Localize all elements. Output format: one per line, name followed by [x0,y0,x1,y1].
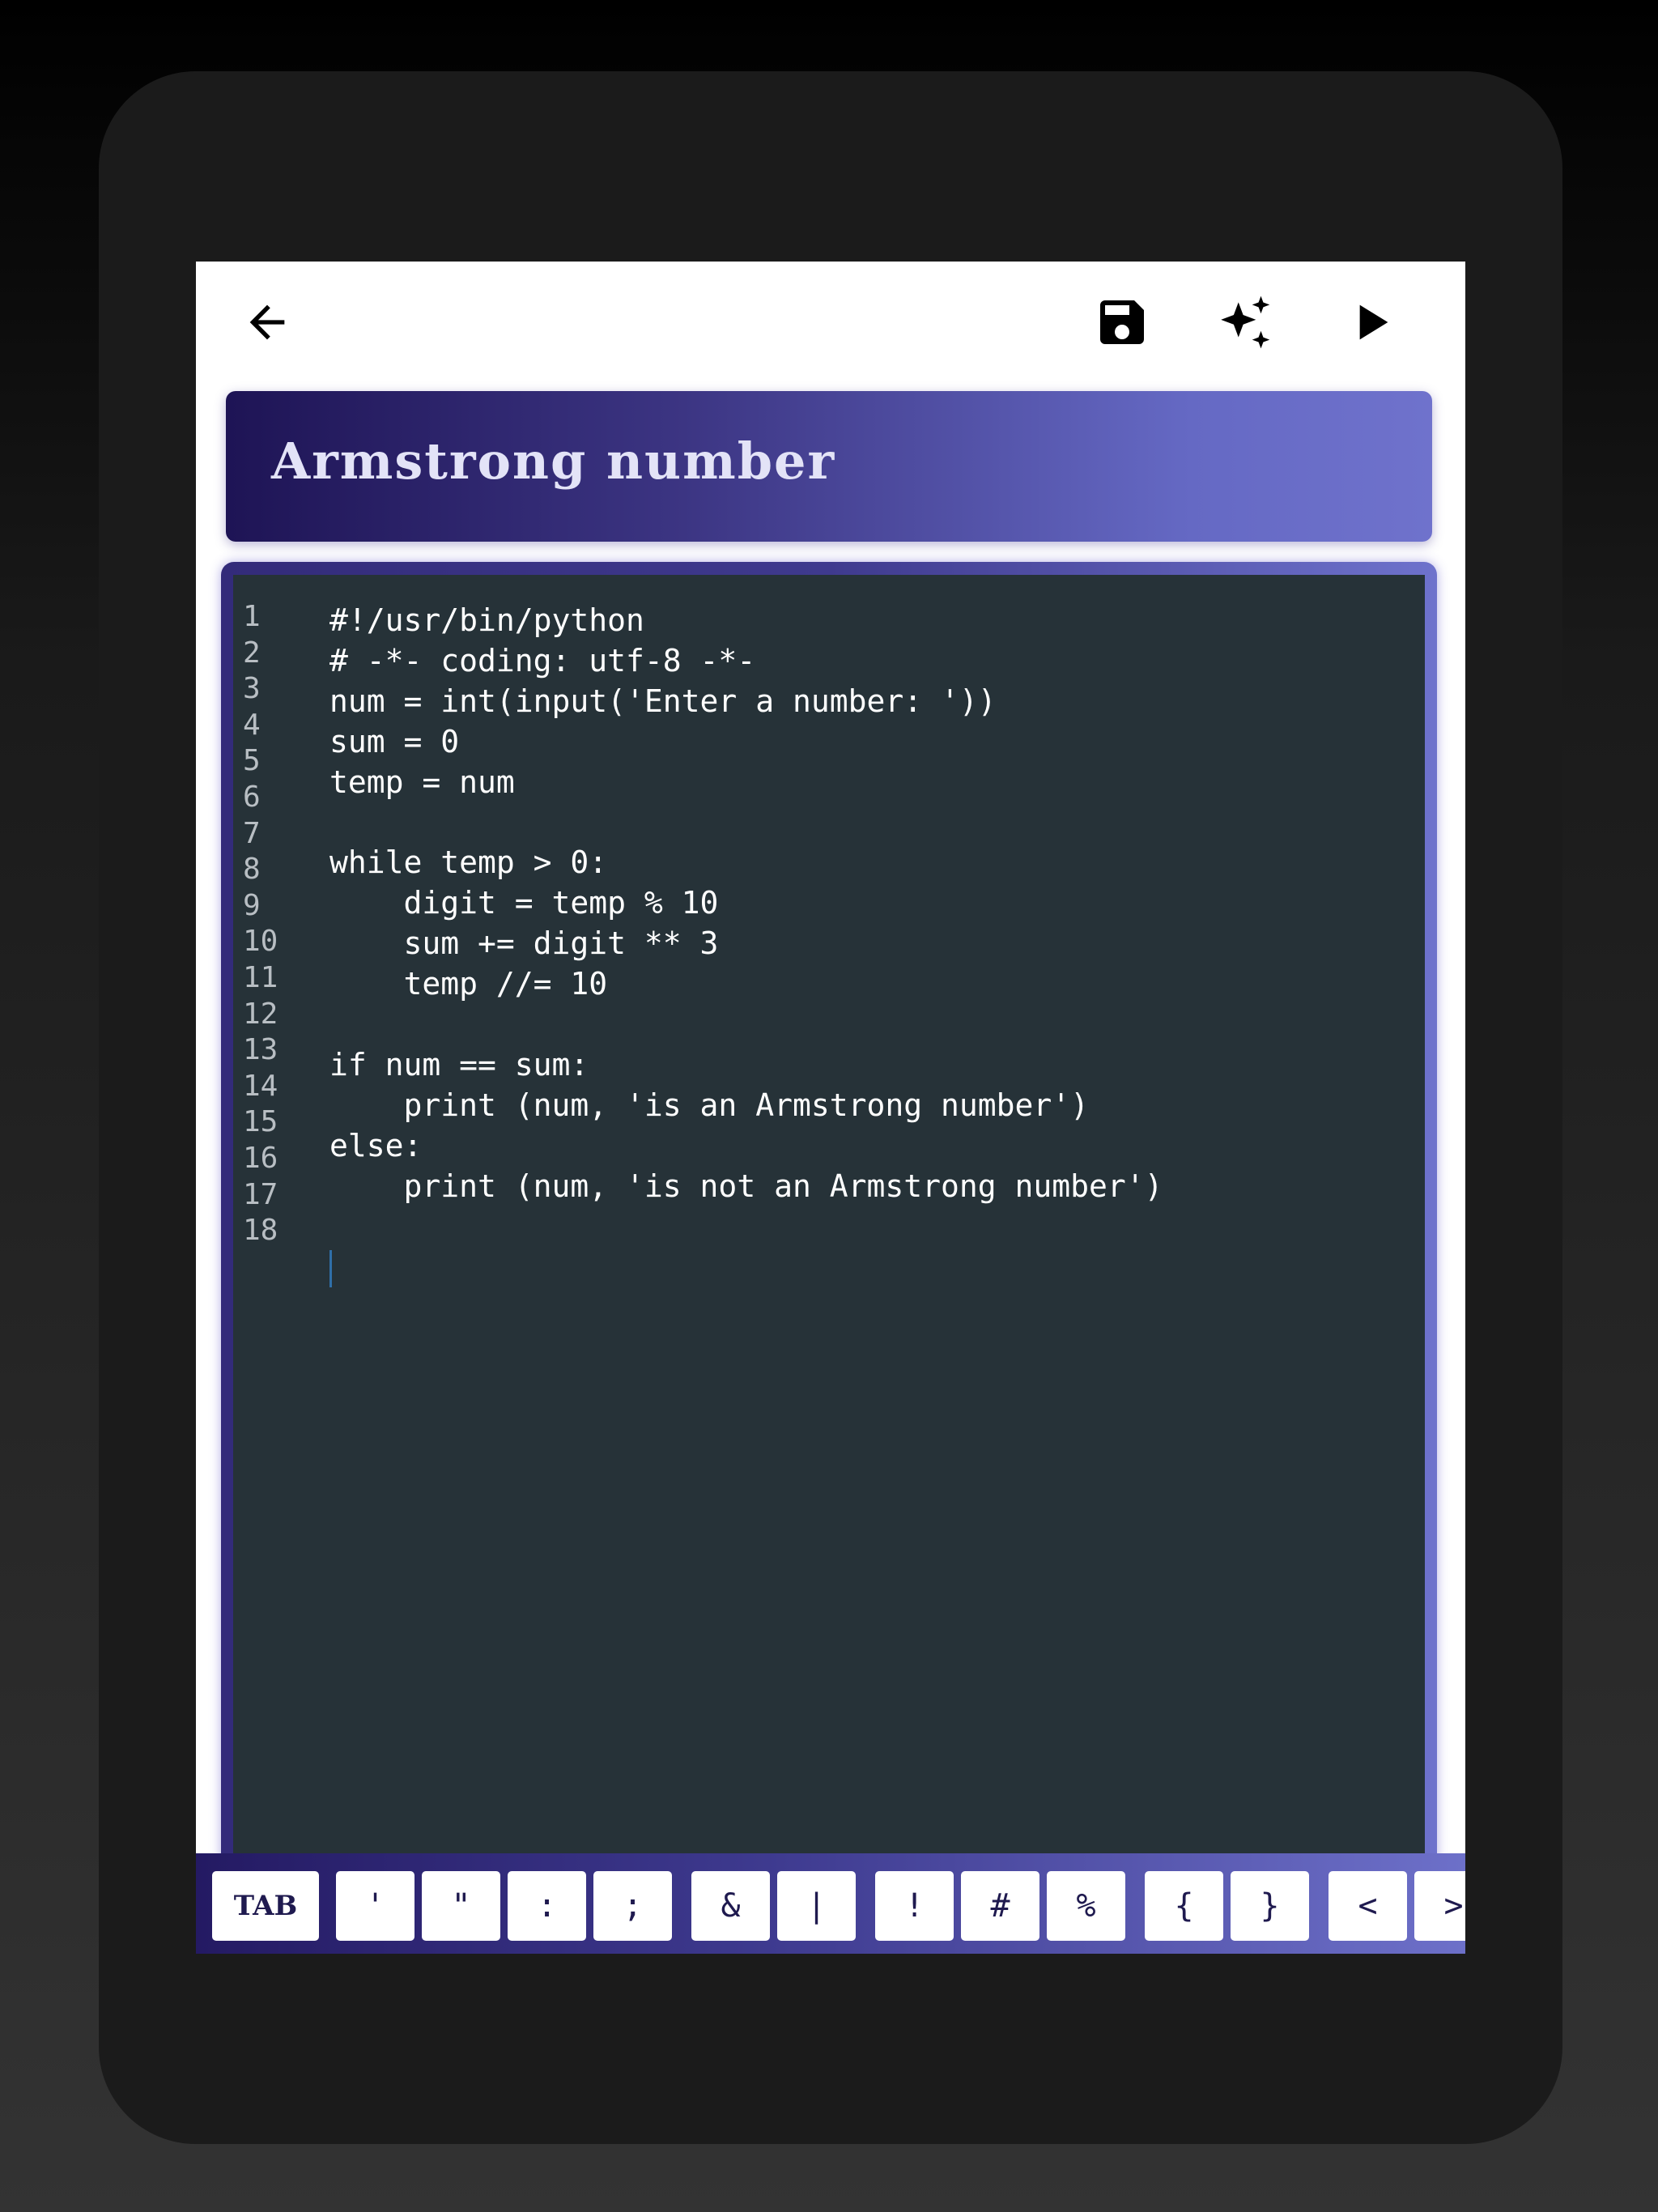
line-number: 6 [243,780,261,814]
code-line: temp //= 10 [329,966,608,1002]
code-line: else: [329,1127,423,1163]
line-number: 11 [243,960,278,994]
line-number: 15 [243,1105,278,1139]
line-number-gutter: 1 2 3 4 5 6 7 8 9 10 11 12 13 14 15 16 17 18 [243,599,300,1249]
line-number: 10 [243,925,278,959]
title-banner: Armstrong number [226,391,1432,542]
key-greater-than[interactable]: > [1414,1871,1465,1941]
text-cursor [329,1250,332,1287]
key-exclamation[interactable]: ! [875,1871,954,1941]
code-line: ​ [329,1207,1163,1248]
key-percent[interactable]: % [1047,1871,1125,1941]
line-number: 3 [243,672,261,706]
code-line: if num == sum: [329,1046,589,1083]
line-number: 7 [243,816,261,850]
line-number: 8 [243,853,261,887]
code-editor[interactable]: 1 2 3 4 5 6 7 8 9 10 11 12 13 14 15 16 17 18 #!/usr/bin/p… [233,575,1425,1954]
key-single-quote[interactable]: ' [336,1871,414,1941]
key-double-quote[interactable]: " [422,1871,500,1941]
floppy-disk-icon [1100,300,1144,344]
code-line: temp = num [329,764,515,800]
code-text-area[interactable]: #!/usr/bin/python # -*- coding: utf-8 -*-… [329,601,1163,1287]
app-screen: Armstrong number 1 2 3 4 5 6 7 8 9 10 11 12 13 14 15 16… [196,262,1465,1954]
code-line: sum = 0 [329,723,460,759]
key-right-brace[interactable]: } [1231,1871,1309,1941]
key-tab[interactable]: TAB [212,1871,319,1941]
key-left-brace[interactable]: { [1145,1871,1223,1941]
play-icon [1359,304,1388,340]
line-number: 4 [243,708,261,742]
line-number: 1 [243,600,261,633]
line-number: 18 [243,1214,278,1248]
code-line: print (num, 'is not an Armstrong number'… [329,1168,1163,1204]
key-semicolon[interactable]: ; [593,1871,672,1941]
line-number: 2 [243,636,261,670]
code-line: while temp > 0: [329,844,608,881]
line-number: 17 [243,1177,278,1211]
arrow-left-icon [249,304,285,340]
code-line: #!/usr/bin/python [329,602,644,638]
ai-assist-button[interactable] [1205,282,1286,363]
code-line-cursor [329,1248,1163,1288]
key-colon[interactable]: : [508,1871,586,1941]
editor-frame: 1 2 3 4 5 6 7 8 9 10 11 12 13 14 15 16 17 18 #!/usr/bin/p… [221,562,1437,1954]
code-line: ​ [329,803,1163,844]
line-number: 14 [243,1069,278,1103]
code-line: # -*- coding: utf-8 -*- [329,642,756,678]
back-button[interactable] [227,282,308,363]
line-number: 5 [243,744,261,778]
sparkles-icon [1221,296,1270,349]
line-number: 13 [243,1033,278,1067]
key-pipe[interactable]: | [777,1871,856,1941]
code-line: print (num, 'is an Armstrong number') [329,1087,1090,1123]
key-less-than[interactable]: < [1329,1871,1407,1941]
code-line: sum += digit ** 3 [329,925,719,962]
run-button[interactable] [1330,282,1411,363]
line-number: 12 [243,997,278,1031]
line-number: 9 [243,888,261,922]
page-title: Armstrong number [271,432,836,491]
key-ampersand[interactable]: & [691,1871,770,1941]
code-line: num = int(input('Enter a number: ')) [329,683,997,719]
key-hash[interactable]: # [961,1871,1039,1941]
code-line: ​ [329,1005,1163,1045]
save-button[interactable] [1082,282,1163,363]
code-line: digit = temp % 10 [329,885,719,921]
line-number: 16 [243,1141,278,1175]
top-toolbar [196,262,1465,383]
symbol-key-bar: TAB ' ":; & |! #% {} < > [196,1853,1465,1954]
